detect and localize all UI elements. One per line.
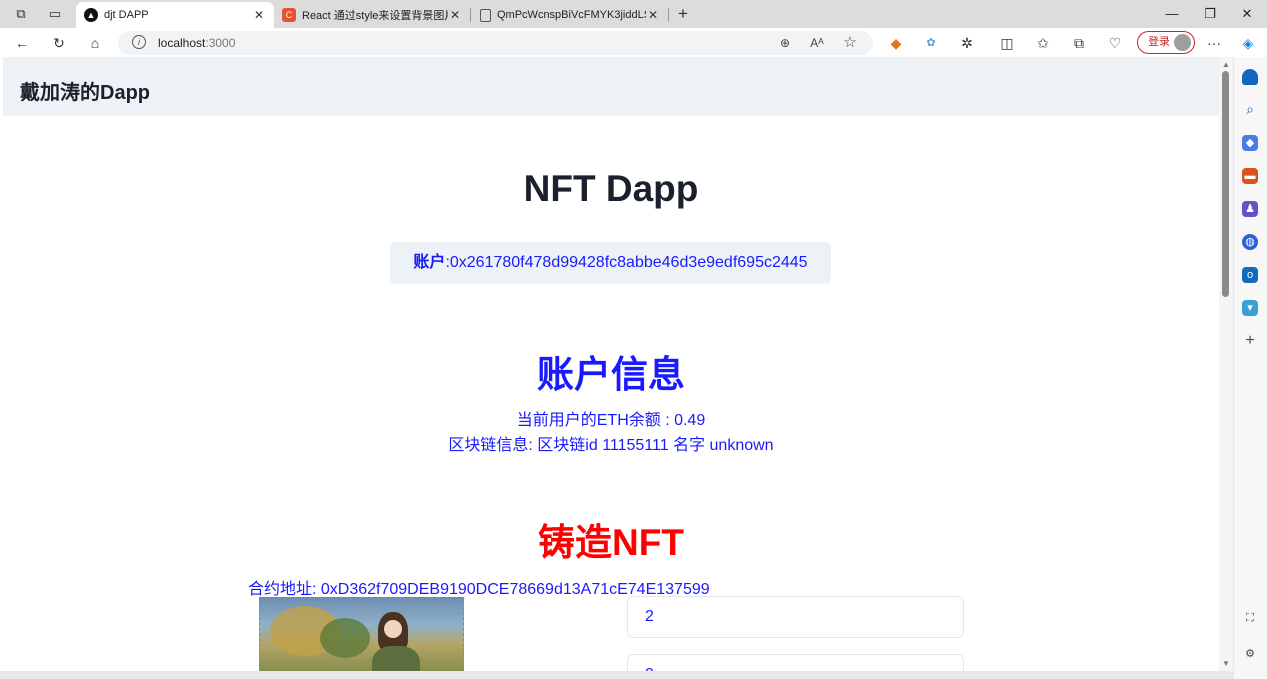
tab-title: QmPcWcnspBiVcFMYK3jiddLS8M (497, 9, 646, 21)
metamask-icon[interactable]: ◆ (885, 32, 907, 54)
tab-strip: ⧉ ▭ ▲ djt DAPP ✕ C React 通过style来设置背景图片,… (0, 0, 1267, 28)
scroll-up-icon[interactable]: ▲ (1222, 60, 1230, 69)
login-button[interactable]: 登录 (1137, 31, 1195, 54)
edge-sidebar: ⌕ ◆ ▬ ♟ ◍ o ▾ + ⛶ ⚙ (1233, 57, 1267, 679)
tab-title: React 通过style来设置背景图片, (302, 10, 448, 22)
copilot-icon[interactable]: ◈ (1237, 32, 1259, 54)
split-screen-icon[interactable]: ◫ (996, 32, 1018, 54)
browser-toolbar: ← ↻ ⌂ i localhost:3000 ⊕ Aᴬ ☆ ◆ ✿ ✲ ◫ ✩ … (0, 28, 1267, 57)
csdn-favicon-icon: C (282, 8, 296, 22)
image-detail (320, 618, 370, 658)
account-address-box: 账户:0x261780f478d99428fc8abbe46d3e9edf695… (390, 242, 831, 284)
image-detail (372, 646, 420, 671)
workspaces-icon[interactable]: ⧉ (10, 4, 32, 24)
window-bottom-edge (0, 671, 1233, 679)
close-icon[interactable]: ✕ (646, 8, 660, 22)
document-icon (480, 8, 491, 22)
minimize-icon[interactable]: — (1157, 4, 1187, 24)
nft-preview-image[interactable] (259, 597, 464, 671)
url-text[interactable]: localhost:3000 (158, 36, 235, 50)
tab-ipfs-image[interactable]: QmPcWcnspBiVcFMYK3jiddLS8M ✕ (472, 2, 668, 28)
tab-djt-dapp[interactable]: ▲ djt DAPP ✕ (76, 2, 274, 28)
page-title: NFT Dapp (523, 168, 699, 209)
favorite-star-icon[interactable]: ☆ (840, 33, 860, 53)
drop-icon[interactable]: ▾ (1242, 300, 1258, 316)
settings-gear-icon[interactable]: ⚙ (1242, 646, 1258, 662)
collections-icon[interactable]: ⧉ (1068, 32, 1090, 54)
home-icon[interactable]: ⌂ (84, 32, 106, 54)
nft-input-field-2[interactable]: 0 (627, 654, 964, 671)
back-icon[interactable]: ← (11, 32, 33, 54)
app-title: 戴加涛的Dapp (20, 82, 150, 104)
close-window-icon[interactable]: ✕ (1232, 4, 1262, 24)
tab-divider (470, 8, 471, 22)
scroll-down-icon[interactable]: ▼ (1222, 659, 1230, 668)
extensions-puzzle-icon[interactable]: ✲ (956, 32, 978, 54)
browser-essentials-icon[interactable]: ♡ (1104, 32, 1126, 54)
app-favicon-icon: ▲ (84, 8, 98, 22)
tab-title: djt DAPP (104, 9, 149, 21)
games-icon[interactable]: ♟ (1242, 201, 1258, 217)
tab-actions-icon[interactable]: ▭ (44, 4, 66, 24)
page-scrollbar[interactable]: ▲ ▼ (1219, 57, 1233, 671)
zoom-icon[interactable]: ⊕ (775, 33, 795, 53)
close-icon[interactable]: ✕ (448, 8, 462, 22)
read-aloud-icon[interactable]: Aᴬ (807, 33, 827, 53)
account-address: :0x261780f478d99428fc8abbe46d3e9edf695c2… (445, 254, 808, 271)
outlook-icon[interactable]: o (1242, 267, 1258, 283)
extension-icon[interactable]: ✿ (920, 32, 942, 54)
refresh-icon[interactable]: ↻ (48, 32, 70, 54)
add-icon[interactable]: + (1242, 333, 1258, 349)
eth-balance-text: 当前用户的ETH余额 : 0.49 (516, 412, 706, 429)
account-info-heading: 账户信息 (537, 354, 685, 395)
tab-react-style[interactable]: C React 通过style来设置背景图片, ✕ (274, 2, 470, 28)
scrollbar-thumb[interactable] (1222, 71, 1229, 297)
restore-icon[interactable]: ❐ (1195, 4, 1225, 24)
bell-icon[interactable] (1242, 69, 1258, 85)
image-detail (384, 620, 402, 638)
page-viewport: 戴加涛的Dapp NFT Dapp 账户:0x261780f478d99428f… (3, 57, 1219, 671)
shopping-tag-icon[interactable]: ◆ (1242, 135, 1258, 151)
favorites-icon[interactable]: ✩ (1032, 32, 1054, 54)
site-info-icon[interactable]: i (132, 35, 146, 49)
new-tab-icon[interactable]: + (672, 4, 694, 24)
chain-info-text: 区块链信息: 区块链id 11155111 名字 unknown (448, 437, 774, 454)
tab-divider (668, 8, 669, 22)
mint-nft-heading: 铸造NFT (538, 522, 684, 563)
address-bar[interactable]: i localhost:3000 ⊕ Aᴬ ☆ (118, 31, 873, 55)
more-menu-icon[interactable]: ··· (1203, 32, 1225, 54)
nft-input-field-1[interactable]: 2 (627, 596, 964, 638)
tools-icon[interactable]: ▬ (1242, 168, 1258, 184)
app-header: 戴加涛的Dapp (3, 57, 1219, 116)
account-label: 账户 (413, 254, 446, 271)
close-icon[interactable]: ✕ (252, 8, 266, 22)
screenshot-icon[interactable]: ⛶ (1242, 610, 1258, 626)
microsoft-365-icon[interactable]: ◍ (1242, 234, 1258, 250)
avatar (1174, 34, 1191, 51)
search-icon[interactable]: ⌕ (1242, 101, 1258, 117)
